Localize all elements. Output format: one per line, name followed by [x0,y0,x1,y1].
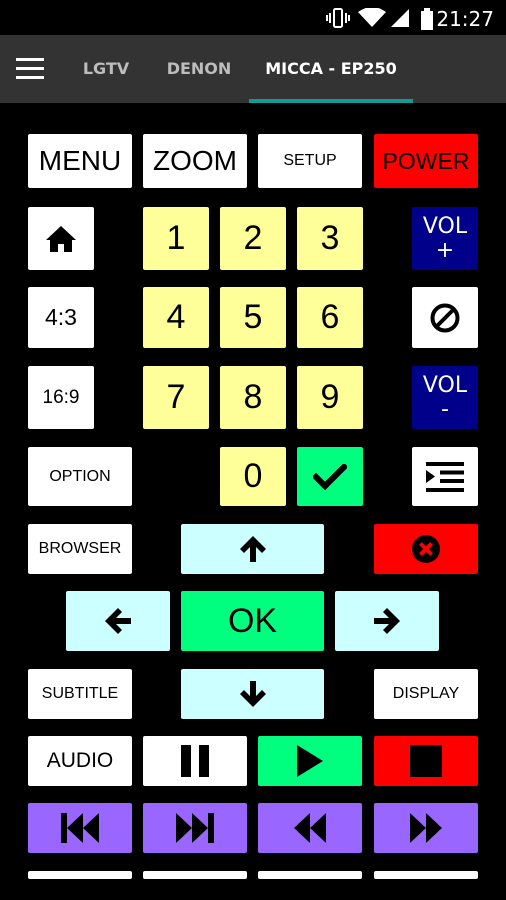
aspect-16-9-button[interactable]: 16:9 [28,366,94,429]
remote-button-partial[interactable] [143,871,247,879]
remote-button-partial[interactable] [258,871,362,879]
home-button[interactable] [28,207,94,270]
digit-7-button[interactable]: 7 [143,366,209,429]
close-circle-icon [412,535,440,563]
playlist-button[interactable] [412,447,478,506]
fast-forward-button[interactable] [374,803,478,853]
cancel-button[interactable] [374,524,478,574]
checkmark-icon [313,463,347,490]
remote-button-partial[interactable] [28,871,132,879]
signal-icon [391,9,409,27]
setup-button[interactable]: SETUP [258,134,362,188]
skip-previous-icon [61,813,99,843]
tab-denon[interactable]: DENON [158,35,240,103]
tab-micca-ep250[interactable]: MICCA - EP250 [249,35,413,103]
volume-plus-label: + [435,237,455,263]
pause-icon [181,745,209,777]
digit-8-button[interactable]: 8 [220,366,286,429]
down-button[interactable] [181,669,324,719]
digit-6-button[interactable]: 6 [297,287,363,348]
volume-label: VOL [422,213,468,239]
up-button[interactable] [181,524,324,574]
rewind-icon [294,813,326,843]
status-bar: 21:27 [0,0,506,35]
home-icon [46,225,76,252]
wifi-icon [358,8,386,27]
hamburger-menu-icon[interactable] [16,58,44,80]
digit-0-button[interactable]: 0 [220,447,286,506]
enter-button[interactable] [297,447,363,506]
left-button[interactable] [66,591,170,651]
battery-icon [421,8,433,30]
stop-button[interactable] [374,736,478,786]
volume-down-button[interactable]: VOL - [412,366,478,429]
tab-indicator [249,99,413,103]
volume-up-button[interactable]: VOL + [412,207,478,270]
app-bar: LGTV DENON MICCA - EP250 [0,35,506,103]
arrow-left-icon [105,608,131,634]
power-button[interactable]: POWER [374,134,478,188]
digit-5-button[interactable]: 5 [220,287,286,348]
browser-button[interactable]: BROWSER [28,524,132,574]
right-button[interactable] [335,591,439,651]
volume-label: VOL [422,372,468,398]
option-button[interactable]: OPTION [28,447,132,506]
pause-button[interactable] [143,736,247,786]
ok-button[interactable]: OK [181,591,324,651]
mute-icon [430,303,460,332]
play-button[interactable] [258,736,362,786]
stop-icon [410,745,442,777]
subtitle-button[interactable]: SUBTITLE [28,669,132,719]
display-button[interactable]: DISPLAY [374,669,478,719]
rewind-button[interactable] [258,803,362,853]
digit-2-button[interactable]: 2 [220,207,286,270]
skip-next-button[interactable] [143,803,247,853]
aspect-4-3-button[interactable]: 4:3 [28,287,94,348]
arrow-down-icon [239,681,266,707]
digit-4-button[interactable]: 4 [143,287,209,348]
tab-lgtv[interactable]: LGTV [70,35,142,103]
digit-1-button[interactable]: 1 [143,207,209,270]
arrow-right-icon [374,608,400,634]
digit-3-button[interactable]: 3 [297,207,363,270]
status-time: 21:27 [436,7,494,31]
skip-previous-button[interactable] [28,803,132,853]
menu-button[interactable]: MENU [28,134,132,188]
audio-button[interactable]: AUDIO [28,736,132,786]
play-icon [297,745,323,777]
list-indent-icon [426,461,464,492]
arrow-up-icon [239,536,266,562]
remote-button-partial[interactable] [374,871,478,879]
vibrate-icon [326,8,350,28]
skip-next-icon [176,813,214,843]
zoom-button[interactable]: ZOOM [143,134,247,188]
digit-9-button[interactable]: 9 [297,366,363,429]
volume-minus-label: - [441,396,449,422]
fast-forward-icon [410,813,442,843]
mute-button[interactable] [412,287,478,348]
